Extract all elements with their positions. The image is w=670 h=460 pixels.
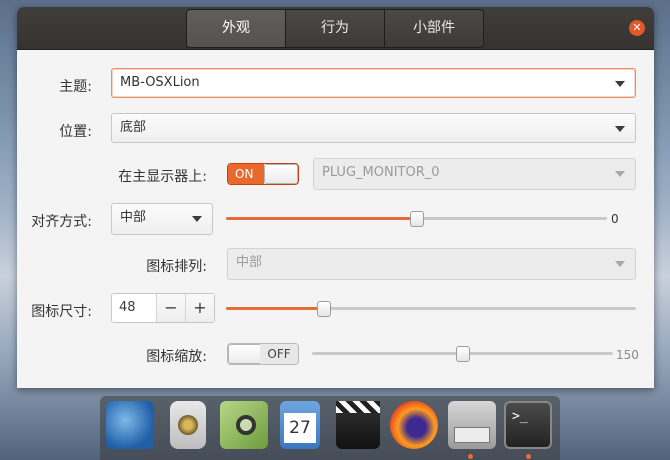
on-primary-label: 在主显示器上: <box>118 169 207 185</box>
file-cabinet-icon[interactable] <box>448 401 496 449</box>
alignment-label: 对齐方式: <box>31 214 92 230</box>
thunderbird-icon[interactable] <box>106 401 154 449</box>
icon-size-value[interactable]: 48 <box>119 294 136 322</box>
slider-thumb[interactable] <box>409 211 424 227</box>
icon-size-spinner[interactable]: 48 − + <box>111 293 215 323</box>
speaker-icon[interactable] <box>170 401 206 449</box>
chevron-down-icon <box>615 81 625 87</box>
slider-fill <box>226 307 325 310</box>
running-indicator <box>468 454 473 459</box>
position-select[interactable]: 底部 <box>111 113 636 143</box>
chevron-down-icon <box>615 126 625 132</box>
chevron-down-icon <box>615 261 625 267</box>
clapper-stripes <box>336 401 380 413</box>
calendar-day: 27 <box>284 413 316 443</box>
alignment-select[interactable]: 中部 <box>111 203 213 235</box>
monitor-value: PLUG_MONITOR_0 <box>322 165 440 180</box>
icon-arrangement-value: 中部 <box>236 255 263 270</box>
speaker-cone <box>178 415 198 435</box>
switch-knob <box>264 164 298 184</box>
switch-knob <box>228 344 262 364</box>
position-value: 底部 <box>120 120 147 135</box>
offset-value: 0 <box>611 212 619 226</box>
slider-thumb[interactable] <box>317 301 332 317</box>
running-indicator <box>526 454 531 459</box>
icon-zoom-switch[interactable]: OFF <box>227 343 299 365</box>
offset-slider[interactable] <box>226 211 607 227</box>
theme-label: 主题: <box>59 79 92 95</box>
increment-button[interactable]: + <box>185 294 214 322</box>
firefox-icon[interactable] <box>390 401 438 449</box>
terminal-icon[interactable]: >_ <box>504 401 552 449</box>
docky-settings-window: 外观 行为 小部件 ✕ 主题: MB-OSXLion 位置: 底部 在主显示器上… <box>17 7 654 388</box>
zoom-value: 150 <box>616 348 639 362</box>
terminal-prompt: >_ <box>512 409 528 424</box>
titlebar: 外观 行为 小部件 ✕ <box>17 7 654 50</box>
tab-bar: 外观 行为 小部件 <box>186 9 484 48</box>
slider-fill <box>226 217 417 220</box>
monitor-select[interactable]: PLUG_MONITOR_0 <box>313 158 636 190</box>
icon-size-slider[interactable] <box>226 301 636 317</box>
drawer <box>454 427 490 443</box>
decrement-button[interactable]: − <box>156 294 185 322</box>
dock: 27 >_ <box>100 396 560 460</box>
magnifier-icon <box>236 415 256 435</box>
icon-zoom-label: 图标缩放: <box>146 349 207 365</box>
alignment-value: 中部 <box>120 210 147 225</box>
icon-size-label: 图标尺寸: <box>31 304 92 320</box>
close-icon[interactable]: ✕ <box>629 20 645 36</box>
tab-behavior[interactable]: 行为 <box>285 10 384 47</box>
position-label: 位置: <box>59 124 92 140</box>
theme-select[interactable]: MB-OSXLion <box>111 68 636 98</box>
tab-appearance[interactable]: 外观 <box>187 10 285 47</box>
chevron-down-icon <box>192 216 202 222</box>
icon-arrangement-label: 图标排列: <box>146 259 207 275</box>
chevron-down-icon <box>615 171 625 177</box>
icon-arrangement-select[interactable]: 中部 <box>227 248 636 280</box>
tab-widgets[interactable]: 小部件 <box>384 10 483 47</box>
slider-thumb[interactable] <box>455 346 470 362</box>
switch-off-label: OFF <box>260 344 298 364</box>
switch-on-label: ON <box>228 164 264 184</box>
calendar-icon[interactable]: 27 <box>280 401 320 449</box>
image-viewer-icon[interactable] <box>220 401 268 449</box>
theme-value: MB-OSXLion <box>120 75 200 90</box>
video-editor-icon[interactable] <box>336 401 380 449</box>
primary-display-switch[interactable]: ON <box>227 163 299 185</box>
zoom-slider[interactable] <box>312 346 613 362</box>
